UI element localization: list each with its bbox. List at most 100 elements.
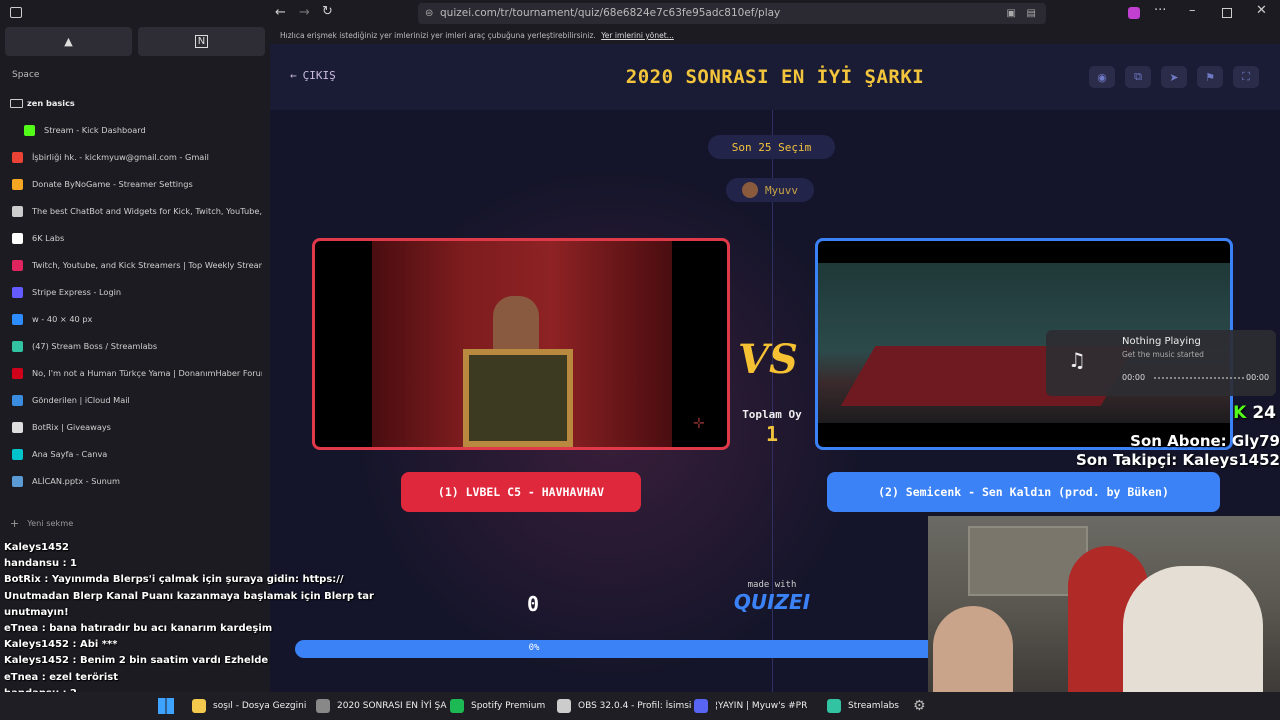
- music-note-icon: ♫: [1068, 348, 1086, 372]
- round-badge: Son 25 Seçim: [708, 135, 835, 159]
- back-icon[interactable]: ←: [275, 5, 286, 20]
- last-sub: Son Abone: Gly79: [1130, 432, 1280, 450]
- tab-favicon-icon: [12, 313, 23, 325]
- sidebar-tab[interactable]: (47) Stream Boss / Streamlabs: [10, 335, 262, 357]
- video-watermark-icon: ✛: [693, 416, 705, 432]
- maximize-icon[interactable]: [1222, 8, 1232, 18]
- share-icon[interactable]: ⧉: [1125, 66, 1151, 88]
- start-button[interactable]: [158, 692, 174, 720]
- chat-user: handansu: [4, 558, 60, 570]
- media-time-left: 00:00: [1122, 373, 1146, 382]
- sidebar-tab[interactable]: Twitch, Youtube, and Kick Streamers | To…: [10, 254, 262, 276]
- bookmark-manage-link[interactable]: Yer imlerini yönet...: [601, 31, 674, 40]
- taskbar-item[interactable]: soşıl - Dosya Gezgini: [192, 692, 306, 720]
- send-icon[interactable]: ➤: [1161, 66, 1187, 88]
- folder-zen-basics[interactable]: zen basics: [10, 92, 262, 114]
- media-title: Nothing Playing: [1122, 336, 1201, 347]
- chat-user: Kaleys1452: [4, 639, 70, 651]
- painting-frame: [463, 349, 573, 447]
- chat-text: : Benim 2 bin saatim vardı Ezhelde: [72, 655, 269, 667]
- tab-favicon-icon: [12, 421, 23, 433]
- chat-message: Kaleys1452 : Benim 2 bin saatim vardı Ez…: [4, 655, 268, 666]
- tab-label: Twitch, Youtube, and Kick Streamers | To…: [32, 260, 262, 270]
- minimize-icon[interactable]: –: [1189, 3, 1196, 18]
- option-left-card[interactable]: ✛: [312, 238, 730, 450]
- menu-icon[interactable]: ···: [1154, 3, 1166, 18]
- taskbar-item[interactable]: Streamlabs: [827, 692, 899, 720]
- user-name: Myuvv: [764, 183, 799, 197]
- media-subtitle: Get the music started: [1122, 350, 1204, 359]
- tab-label: BotRix | Giveaways: [32, 422, 111, 432]
- chat-message: Unutmadan Blerp Kanal Puanı kazanmaya ba…: [4, 591, 374, 602]
- chat-user: eTnea: [4, 623, 39, 634]
- reload-icon[interactable]: ↻: [322, 4, 333, 19]
- singer-figure: [493, 296, 539, 356]
- sidebar-tab[interactable]: ALİCAN.pptx - Sunum: [10, 470, 262, 492]
- reader-icon[interactable]: ▤: [1027, 3, 1036, 24]
- vs-total-value: 1: [765, 422, 779, 446]
- option-left-button[interactable]: (1) LVBEL C5 - HAVHAVHAV: [401, 472, 641, 512]
- bookmark-hint-bar: Hızlıca erişmek istediğiniz yer imlerini…: [270, 27, 1280, 44]
- webcam-feed: [928, 516, 1280, 692]
- url-bar[interactable]: ⊜ quizei.com/tr/tournament/quiz/68e6824e…: [418, 3, 1046, 24]
- chat-message: handansu : 1: [4, 558, 77, 569]
- settings-icon[interactable]: ⚙: [913, 692, 926, 720]
- flag-icon[interactable]: ⚑: [1197, 66, 1223, 88]
- sidebar-tab[interactable]: Donate ByNoGame - Streamer Settings: [10, 173, 262, 195]
- chat-message: unutmayın!: [4, 607, 69, 618]
- tab-favicon-icon: [12, 340, 23, 352]
- chat-message: Kaleys1452 : Abi ***: [4, 639, 117, 650]
- app-icon: [557, 699, 571, 713]
- tab-label: Stream - Kick Dashboard: [44, 125, 146, 135]
- tab-label: 6K Labs: [32, 233, 65, 243]
- sidebar-toggle-icon[interactable]: [10, 7, 22, 18]
- sidebar-tab[interactable]: w - 40 × 40 px: [10, 308, 262, 330]
- windows-icon: [158, 698, 174, 714]
- tab-label: w - 40 × 40 px: [32, 314, 93, 324]
- forward-icon[interactable]: →: [299, 5, 310, 20]
- app-icon: [450, 699, 464, 713]
- taskbar-item[interactable]: 2020 SONRASI EN İYİ ŞA: [316, 692, 447, 720]
- tab-label: Gönderilen | iCloud Mail: [32, 395, 130, 405]
- sidebar-tab[interactable]: No, I'm not a Human Türkçe Yama | Donanı…: [10, 362, 262, 384]
- tab-favicon-icon: [12, 259, 23, 271]
- chat-overlay: Kaleys1452 handansu : 1 BotRix : Yayınımd…: [0, 528, 374, 699]
- sidebar-tab[interactable]: Gönderilen | iCloud Mail: [10, 389, 262, 411]
- taskbar-item[interactable]: ¦YAYIN | Myuw's #PR: [694, 692, 807, 720]
- kick-count: 24: [1252, 403, 1276, 423]
- media-seekbar[interactable]: [1154, 377, 1244, 379]
- tab-label: ALİCAN.pptx - Sunum: [32, 476, 120, 486]
- chat-user: BotRix: [4, 574, 41, 586]
- site-info-icon[interactable]: ⊜: [425, 3, 433, 24]
- eye-icon[interactable]: ◉: [1089, 66, 1115, 88]
- sidebar-tab[interactable]: BotRix | Giveaways: [10, 416, 262, 438]
- url-text: quizei.com/tr/tournament/quiz/68e6824e7c…: [440, 7, 781, 19]
- sidebar-tab[interactable]: Stripe Express - Login: [10, 281, 262, 303]
- sidebar-tab[interactable]: The best ChatBot and Widgets for Kick, T…: [10, 200, 262, 222]
- media-time-right: 00:00: [1246, 373, 1270, 382]
- close-icon[interactable]: ✕: [1256, 3, 1267, 18]
- kick-counter: K 24: [1233, 403, 1276, 423]
- taskbar-item[interactable]: Spotify Premium: [450, 692, 545, 720]
- left-count: 0: [526, 592, 540, 616]
- chat-text: unutmayın!: [4, 606, 69, 618]
- user-badge: Myuvv: [726, 178, 814, 202]
- fullscreen-icon[interactable]: ⛶: [1233, 66, 1259, 88]
- extension-icon[interactable]: [1128, 7, 1140, 19]
- vs-icon: VS: [738, 336, 798, 383]
- sidebar-tab[interactable]: İşbirliği hk. - kickmyuw@gmail.com - Gma…: [10, 146, 262, 168]
- app-icon: [192, 699, 206, 713]
- warning-icon: ▲: [64, 35, 73, 48]
- sidebar-tab[interactable]: Ana Sayfa - Canva: [10, 443, 262, 465]
- option-right-button[interactable]: (2) Semicenk - Sen Kaldın (prod. by Büke…: [827, 472, 1220, 512]
- sidebar-pinned-2[interactable]: N: [138, 27, 265, 56]
- tab-label: Ana Sayfa - Canva: [32, 449, 108, 459]
- sidebar-tab[interactable]: Stream - Kick Dashboard: [10, 119, 262, 141]
- sidebar-tab[interactable]: 6K Labs: [10, 227, 262, 249]
- tab-favicon-icon: [12, 205, 23, 217]
- translate-icon[interactable]: ▣: [1007, 3, 1016, 24]
- sidebar-pinned-1[interactable]: ▲: [5, 27, 132, 56]
- chat-user: Kaleys1452: [4, 542, 70, 553]
- taskbar-item[interactable]: OBS 32.0.4 - Profil: İsimsi: [557, 692, 691, 720]
- app-icon: [827, 699, 841, 713]
